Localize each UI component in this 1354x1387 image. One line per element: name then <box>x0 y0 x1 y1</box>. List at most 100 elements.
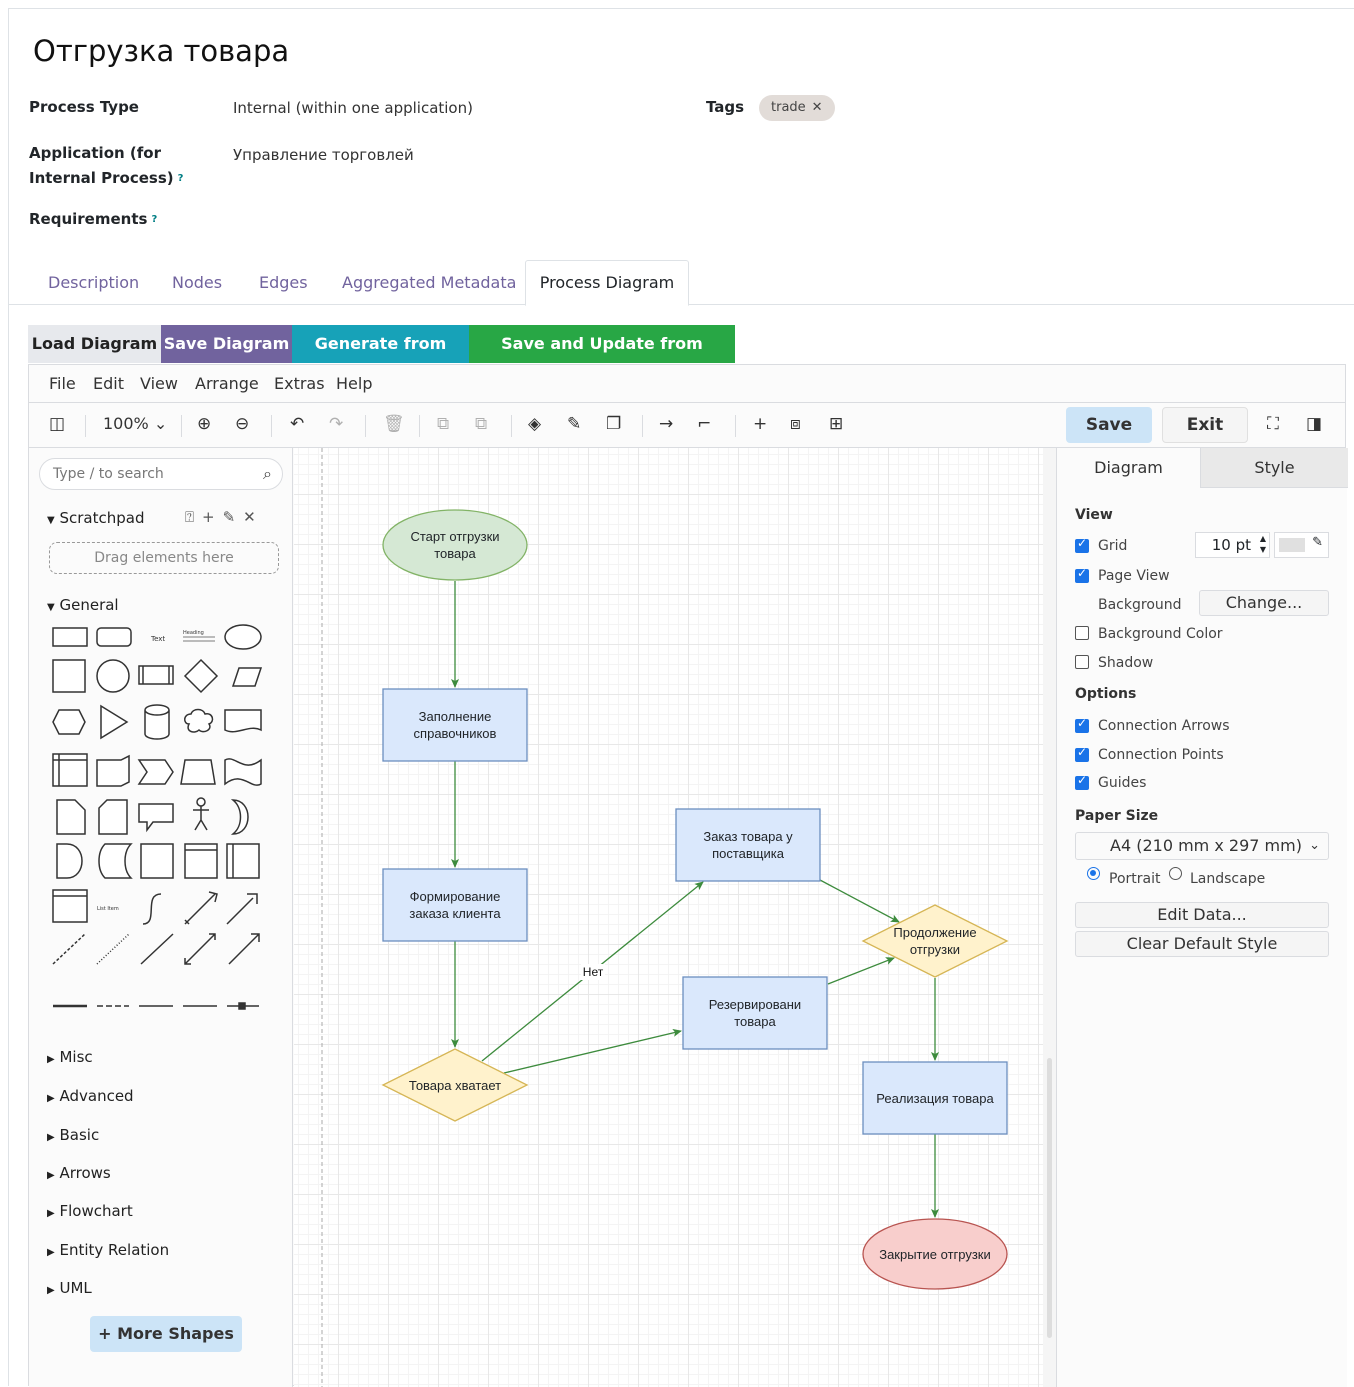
zoom-select[interactable]: 100% ⌄ <box>103 413 167 435</box>
tab-process-diagram[interactable]: Process Diagram <box>525 260 689 306</box>
section-misc[interactable]: ▶ Misc <box>47 1048 93 1066</box>
application-value[interactable]: Управление торговлей <box>233 143 414 168</box>
diagram-canvas[interactable]: Нет Старт отгрузки товара Заполнение спр… <box>294 448 1043 1387</box>
paper-size-select[interactable]: A4 (210 mm x 297 mm) ⌄ <box>1075 832 1329 860</box>
grid-color-picker[interactable]: ✎ <box>1274 532 1329 558</box>
edit-icon[interactable]: ✎ <box>223 508 244 526</box>
change-background-button[interactable]: Change... <box>1199 590 1329 616</box>
shape-ellipse <box>224 624 262 650</box>
tab-description[interactable]: Description <box>48 272 139 294</box>
node-realize-label[interactable]: Реализация товара <box>863 1062 1007 1134</box>
process-type-value[interactable]: Internal (within one application) <box>233 96 473 121</box>
node-start-label[interactable]: Старт отгрузки товара <box>383 510 527 580</box>
shape-search-input[interactable]: Type / to search ⌕ <box>39 458 283 490</box>
tab-style[interactable]: Style <box>1200 448 1348 488</box>
table-icon[interactable]: ⊞ <box>829 413 843 435</box>
node-reserve-label[interactable]: Резервировани товара <box>683 977 827 1049</box>
help-icon[interactable]: ? <box>151 214 157 225</box>
help-icon[interactable]: ? <box>178 173 184 184</box>
format-panel-toggle-icon[interactable]: ◨ <box>1306 413 1322 435</box>
portrait-radio[interactable] <box>1087 867 1100 880</box>
scratchpad-drop-zone[interactable]: Drag elements here <box>49 542 279 574</box>
section-basic[interactable]: ▶ Basic <box>47 1126 99 1144</box>
stepper-icon[interactable]: ▲ ▼ <box>1260 533 1266 555</box>
to-front-icon[interactable]: ⧉ <box>437 413 449 435</box>
page-view-checkbox[interactable] <box>1075 566 1089 583</box>
grid-size-input[interactable]: 10 pt ▲ ▼ <box>1195 532 1270 558</box>
shape-data-storage <box>98 843 133 879</box>
shape-tape <box>224 758 262 786</box>
section-entity-relation[interactable]: ▶ Entity Relation <box>47 1241 169 1259</box>
scratchpad-header[interactable]: ▼ Scratchpad <box>47 509 144 527</box>
shadow-checkbox[interactable] <box>1075 655 1089 669</box>
tab-nodes[interactable]: Nodes <box>172 272 222 294</box>
menu-extras[interactable]: Extras <box>274 374 325 393</box>
exit-button[interactable]: Exit <box>1162 407 1248 443</box>
node-form-label[interactable]: Формирование заказа клиента <box>383 869 527 941</box>
help-icon[interactable]: ⍰ <box>185 508 202 526</box>
shape-trapezoid <box>180 759 216 785</box>
save-button[interactable]: Save <box>1066 407 1152 443</box>
background-color-checkbox[interactable] <box>1075 626 1089 640</box>
canvas-scrollbar[interactable] <box>1043 448 1056 1387</box>
connection-icon[interactable]: → <box>659 413 673 435</box>
shape-note <box>56 799 86 835</box>
connection-arrows-checkbox[interactable] <box>1075 716 1089 733</box>
to-back-icon[interactable]: ⧉ <box>475 413 487 435</box>
fullscreen-icon[interactable]: ⛶ <box>1267 413 1279 435</box>
shape-arrow <box>226 893 258 925</box>
shapes-icon[interactable]: ⧈ <box>790 413 801 435</box>
sidebar-toggle-icon[interactable]: ◫ <box>49 413 65 435</box>
fill-color-icon[interactable]: ◈ <box>528 413 541 435</box>
section-uml[interactable]: ▶ UML <box>47 1279 92 1297</box>
toolbar-separator <box>271 415 272 437</box>
section-advanced[interactable]: ▶ Advanced <box>47 1087 134 1105</box>
chevron-right-icon: ▶ <box>47 1208 55 1219</box>
node-enough-label[interactable]: Товара хватает <box>383 1049 527 1121</box>
save-diagram-button[interactable]: Save Diagram <box>161 325 292 363</box>
general-header[interactable]: ▼ General <box>47 596 119 614</box>
add-icon[interactable]: + <box>202 508 223 526</box>
zoom-value: 100% <box>103 414 149 433</box>
menu-file[interactable]: File <box>49 374 76 393</box>
node-order-label[interactable]: Заказ товара у поставщика <box>676 809 820 881</box>
shape-palette[interactable]: Text Heading List Item <box>29 620 293 1020</box>
load-diagram-button[interactable]: Load Diagram <box>28 325 161 363</box>
menu-arrange[interactable]: Arrange <box>195 374 259 393</box>
section-arrows[interactable]: ▶ Arrows <box>47 1164 111 1182</box>
edit-data-button[interactable]: Edit Data... <box>1075 902 1329 928</box>
search-icon[interactable]: ⌕ <box>263 464 272 484</box>
connection-points-checkbox[interactable] <box>1075 745 1089 762</box>
zoom-in-icon[interactable]: ⊕ <box>197 413 211 435</box>
guides-checkbox[interactable] <box>1075 773 1089 790</box>
tab-edges[interactable]: Edges <box>259 272 308 294</box>
insert-icon[interactable]: + <box>753 413 767 435</box>
zoom-out-icon[interactable]: ⊖ <box>235 413 249 435</box>
clear-default-style-button[interactable]: Clear Default Style <box>1075 931 1329 957</box>
save-update-from-diagram-button[interactable]: Save and Update from Diagram <box>469 325 735 391</box>
close-icon[interactable]: ✕ <box>812 100 823 115</box>
node-fill-label[interactable]: Заполнение справочников <box>383 689 527 761</box>
node-continue-label[interactable]: Продолжение отгрузки <box>863 905 1007 977</box>
grid-checkbox[interactable] <box>1075 536 1089 553</box>
section-flowchart[interactable]: ▶ Flowchart <box>47 1202 133 1220</box>
menu-edit[interactable]: Edit <box>93 374 124 393</box>
scrollbar-thumb[interactable] <box>1047 1058 1052 1338</box>
tab-diagram[interactable]: Diagram <box>1057 448 1200 488</box>
menu-view[interactable]: View <box>140 374 178 393</box>
node-close-label[interactable]: Закрытие отгрузки <box>863 1219 1007 1289</box>
shape-table <box>52 753 88 787</box>
redo-icon[interactable]: ↷ <box>329 413 343 435</box>
shape-bidirectional-arrow <box>184 891 218 925</box>
tab-aggregated-metadata[interactable]: Aggregated Metadata <box>342 272 516 294</box>
more-shapes-button[interactable]: + More Shapes <box>90 1316 242 1352</box>
landscape-radio[interactable] <box>1169 867 1182 880</box>
menu-help[interactable]: Help <box>336 374 372 393</box>
undo-icon[interactable]: ↶ <box>290 413 304 435</box>
generate-from-data-button[interactable]: Generate from Data <box>292 325 469 391</box>
line-color-icon[interactable]: ✎ <box>567 413 581 435</box>
waypoints-icon[interactable]: ⌐ <box>697 413 711 435</box>
delete-icon[interactable]: 🗑 <box>383 413 405 435</box>
shadow-icon[interactable]: ❐ <box>606 413 621 435</box>
close-icon[interactable]: ✕ <box>243 508 264 526</box>
